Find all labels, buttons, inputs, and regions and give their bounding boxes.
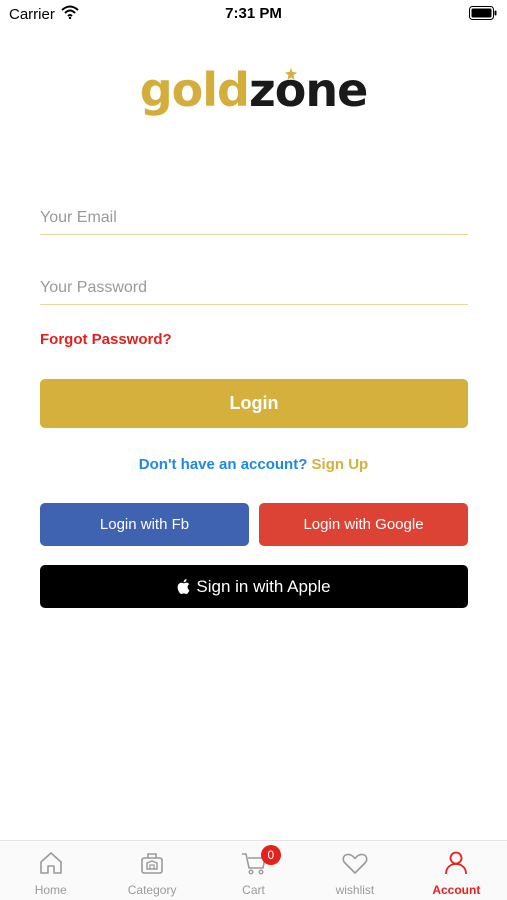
account-icon <box>442 849 470 877</box>
tab-account-label: Account <box>432 883 481 897</box>
sign-in-apple-button[interactable]: Sign in with Apple <box>40 565 468 608</box>
tab-wishlist-label: wishlist <box>335 883 375 897</box>
tab-wishlist[interactable]: wishlist <box>304 841 405 900</box>
status-time: 7:31 PM <box>225 5 282 22</box>
signup-prompt-text: Don't have an account? <box>138 456 308 473</box>
tab-category[interactable]: Category <box>101 841 202 900</box>
apple-icon <box>177 579 190 594</box>
login-facebook-button[interactable]: Login with Fb <box>40 503 249 546</box>
logo-wordmark: goldzone <box>139 60 369 120</box>
apple-button-label: Sign in with Apple <box>196 576 331 596</box>
signup-prompt-line: Don't have an account? Sign Up <box>0 456 507 473</box>
heart-icon <box>341 849 369 877</box>
logo-zone-text: zone <box>248 63 368 117</box>
battery-icon <box>469 6 497 24</box>
tab-account[interactable]: Account <box>406 841 507 900</box>
login-screen: Carrier 7:31 PM goldzone Your Email Forg… <box>0 0 507 900</box>
signup-link[interactable]: Sign Up <box>312 456 369 473</box>
status-bar: Carrier 7:31 PM <box>0 0 507 30</box>
logo-gold-text: gold <box>139 63 250 117</box>
tab-cart[interactable]: 0 Cart <box>203 841 304 900</box>
home-icon <box>37 849 65 877</box>
tab-home[interactable]: Home <box>0 841 101 900</box>
password-input[interactable] <box>40 274 468 302</box>
star-icon <box>284 68 297 80</box>
email-field-container <box>40 204 468 235</box>
tab-home-label: Home <box>34 883 67 897</box>
goldzone-logo: goldzone <box>0 60 507 130</box>
login-google-button[interactable]: Login with Google <box>259 503 468 546</box>
forgot-password-link[interactable]: Forgot Password? <box>40 331 172 348</box>
tab-bar: Home Category 0 Cart wishlist Account <box>0 840 507 900</box>
tab-cart-label: Cart <box>242 883 265 897</box>
category-icon <box>138 849 166 877</box>
cart-count-badge: 0 <box>260 845 281 865</box>
password-field-container <box>40 274 468 305</box>
login-button[interactable]: Login <box>40 379 468 428</box>
email-input[interactable] <box>40 204 468 232</box>
tab-category-label: Category <box>127 883 177 897</box>
